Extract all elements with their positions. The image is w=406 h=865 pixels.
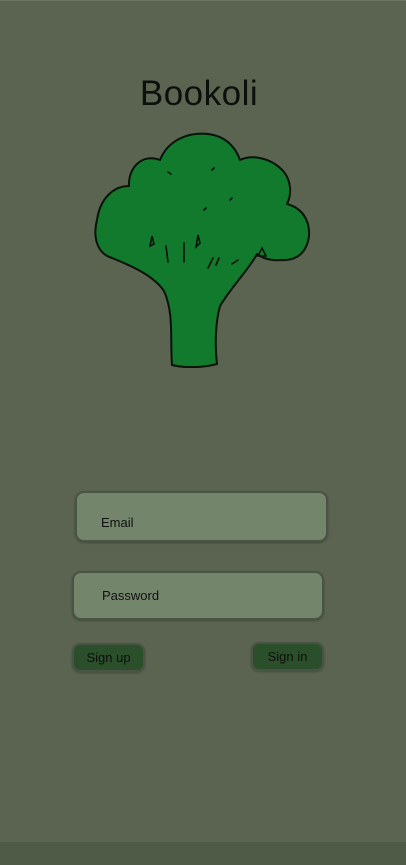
password-input[interactable] <box>74 573 322 618</box>
sign-in-button[interactable]: Sign in <box>251 642 324 671</box>
broccoli-head-shape <box>94 132 311 368</box>
app-title: Bookoli <box>139 74 259 113</box>
password-field[interactable] <box>72 571 324 620</box>
login-screen: Bookoli Sign up Sign in <box>0 0 406 865</box>
bottom-navigation-bar <box>0 842 406 865</box>
email-input[interactable] <box>77 493 326 540</box>
top-edge-divider <box>0 0 406 1</box>
broccoli-icon <box>94 132 311 368</box>
email-field[interactable] <box>75 491 328 542</box>
sign-up-button[interactable]: Sign up <box>72 643 145 672</box>
